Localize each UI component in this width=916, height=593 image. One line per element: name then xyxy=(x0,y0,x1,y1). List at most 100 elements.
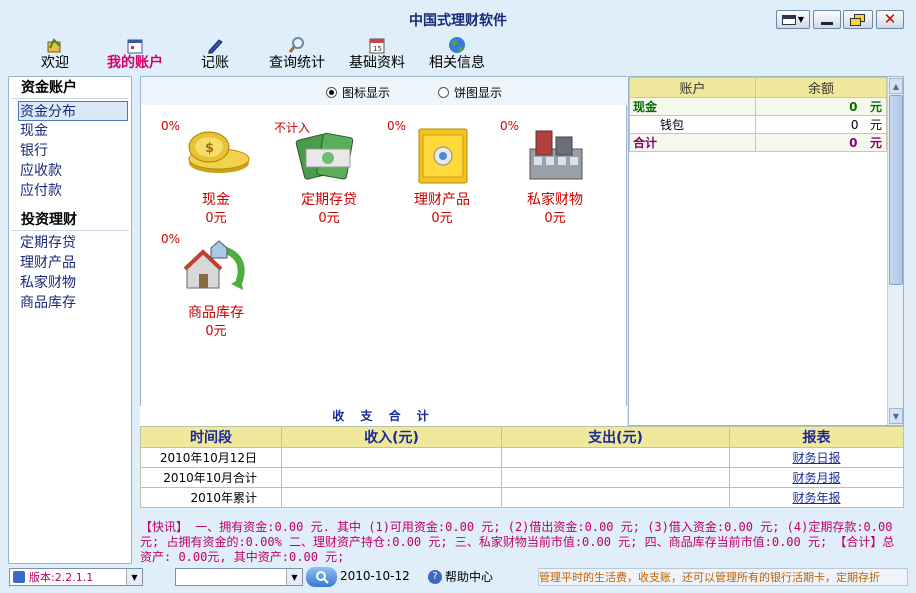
tile-name: 定期存贷 xyxy=(301,192,357,208)
sidebar-item-inventory[interactable]: 商品库存 xyxy=(9,293,131,313)
chevron-down-icon: ▼ xyxy=(797,15,805,24)
sidebar-item-private-property[interactable]: 私家财物 xyxy=(9,273,131,293)
sidebar: 资金账户 资金分布 现金 银行 应收款 应付款 投资理财 定期存贷 理财产品 私… xyxy=(8,76,132,564)
news-flash-text: 【快讯】 一、拥有资金:0.00 元. 其中 (1)可用资金:0.00 元; (… xyxy=(140,520,895,564)
icon-view-radio[interactable]: 图标显示 xyxy=(326,84,390,101)
asset-tile-wealth-products[interactable]: 0% 理财产品 0元 xyxy=(387,119,497,226)
toolbar-label: 查询统计 xyxy=(269,55,325,71)
toolbar-label: 我的账户 xyxy=(107,55,163,71)
chevron-down-icon: ▼ xyxy=(286,569,302,585)
tile-amount: 0元 xyxy=(205,211,227,226)
version-dropdown[interactable]: 版本:2.2.1.1 ▼ xyxy=(9,568,143,586)
table-row[interactable]: 合计 0 元 xyxy=(629,133,887,152)
help-icon: ? xyxy=(428,569,442,584)
sidebar-item-wealth-products[interactable]: 理财产品 xyxy=(9,253,131,273)
table-row: 2010年10月合计 财务月报 xyxy=(140,467,904,488)
scroll-up-icon[interactable]: ▲ xyxy=(889,78,903,94)
tile-amount: 0元 xyxy=(205,324,227,339)
main-toolbar: 欢迎 我的账户 记账 查询统计 15 基础资料 相关信息 xyxy=(0,34,916,74)
table-row[interactable]: 钱包 0 元 xyxy=(629,115,887,134)
radio-selected-icon xyxy=(326,87,337,98)
pie-view-radio[interactable]: 饼图显示 xyxy=(438,84,502,101)
minimize-icon xyxy=(821,15,833,25)
money-stack-icon xyxy=(294,125,364,185)
summary-title: 收 支 合 计 xyxy=(140,406,627,426)
toolbar-basic-data[interactable]: 15 基础资料 xyxy=(342,34,412,74)
radio-unselected-icon xyxy=(438,87,449,98)
toolbar-bookkeeping[interactable]: 记账 xyxy=(190,34,240,74)
sidebar-item-cash[interactable]: 现金 xyxy=(9,121,131,141)
status-marquee: 管理平时的生活费，收支账，还可以管理所有的银行活期卡，定期存折 xyxy=(538,568,908,586)
asset-tile-inventory[interactable]: 0% 商品库存 0元 xyxy=(161,232,271,339)
toolbar-label: 基础资料 xyxy=(349,55,405,71)
sidebar-item-receivable[interactable]: 应收款 xyxy=(9,161,131,181)
column-header: 报表 xyxy=(729,426,904,448)
toolbar-related-info[interactable]: 相关信息 xyxy=(422,34,492,74)
balance-unit: 元 xyxy=(869,136,882,150)
svg-text:$: $ xyxy=(205,141,214,156)
tile-name: 现金 xyxy=(202,192,230,208)
chevron-down-icon: ▼ xyxy=(126,569,142,585)
yearly-report-link[interactable]: 财务年报 xyxy=(792,491,840,505)
status-bar: 版本:2.2.1.1 ▼ ▼ 2010-10-12 ? 帮助中心 管理平时的生活… xyxy=(0,566,916,593)
account-balance: 0 元 xyxy=(755,115,887,134)
column-header: 支出(元) xyxy=(501,426,730,448)
monthly-report-link[interactable]: 财务月报 xyxy=(792,471,840,485)
restore-button[interactable] xyxy=(843,10,873,29)
sidebar-item-payable[interactable]: 应付款 xyxy=(9,181,131,201)
title-bar: 中国式理财软件 ▼ ✕ xyxy=(0,0,916,34)
table-row[interactable]: 现金 0 元 xyxy=(629,97,887,116)
version-icon xyxy=(13,571,25,583)
restore-icon xyxy=(850,13,866,26)
balance-unit: 元 xyxy=(869,100,882,114)
toolbar-welcome[interactable]: 欢迎 xyxy=(30,34,80,74)
account-name: 钱包 xyxy=(629,115,756,134)
balance-value: 0 xyxy=(849,100,858,114)
close-button[interactable]: ✕ xyxy=(876,10,904,29)
minimize-button[interactable] xyxy=(813,10,841,29)
toolbar-query-stats[interactable]: 查询统计 xyxy=(262,34,332,74)
svg-text:15: 15 xyxy=(373,45,382,53)
account-name: 现金 xyxy=(629,97,756,116)
expense-cell xyxy=(501,487,730,508)
account-balance-panel: 账户 余额 现金 0 元 钱包 0 元 合计 0 元 ▲ ▼ xyxy=(628,76,904,426)
help-center-label: 帮助中心 xyxy=(445,570,494,584)
daily-report-link[interactable]: 财务日报 xyxy=(792,451,840,465)
toolbar-label: 记账 xyxy=(201,55,229,71)
safe-icon xyxy=(407,125,477,185)
account-icon xyxy=(127,34,143,54)
asset-tile-cash[interactable]: 0% $ 现金 0元 xyxy=(161,119,271,226)
tile-percentage: 0% xyxy=(161,119,181,133)
vertical-scrollbar[interactable]: ▲ ▼ xyxy=(887,77,903,425)
scroll-down-icon[interactable]: ▼ xyxy=(889,408,903,424)
pen-icon xyxy=(206,34,224,54)
toolbar-my-account[interactable]: 我的账户 xyxy=(100,34,170,74)
column-header: 账户 xyxy=(629,77,756,98)
asset-tile-private-property[interactable]: 0% 私家财物 0元 xyxy=(500,119,610,226)
globe-icon xyxy=(448,34,466,54)
income-expense-table: 时间段 收入(元) 支出(元) 报表 2010年10月12日 财务日报 2010… xyxy=(140,426,904,508)
sidebar-item-fund-distribution[interactable]: 资金分布 xyxy=(18,101,128,121)
house-cycle-icon xyxy=(181,238,251,298)
tile-name: 商品库存 xyxy=(188,305,244,321)
balance-value: 0 xyxy=(849,136,858,150)
search-combo[interactable]: ▼ xyxy=(175,568,303,586)
view-mode-bar: 图标显示 饼图显示 xyxy=(141,77,628,105)
search-icon xyxy=(288,34,306,54)
asset-tile-fixed-deposit[interactable]: 不计入 定期存贷 0元 xyxy=(274,119,384,226)
sidebar-item-fixed-deposit[interactable]: 定期存贷 xyxy=(9,233,131,253)
calendar-icon: 15 xyxy=(369,34,385,54)
income-cell xyxy=(281,447,502,468)
balance-value: 0 xyxy=(850,118,859,132)
account-name: 合计 xyxy=(629,133,756,152)
scroll-thumb[interactable] xyxy=(889,95,903,285)
tile-name: 私家财物 xyxy=(527,192,583,208)
column-header: 余额 xyxy=(755,77,887,98)
search-button[interactable] xyxy=(306,567,337,587)
help-center-link[interactable]: ? 帮助中心 xyxy=(428,568,493,585)
window-menu-button[interactable]: ▼ xyxy=(776,10,810,29)
sidebar-item-bank[interactable]: 银行 xyxy=(9,141,131,161)
asset-distribution-panel: 图标显示 饼图显示 0% $ 现金 0元 不计入 定期存贷 0元 0% 理财产品… xyxy=(140,76,628,426)
account-table: 账户 余额 现金 0 元 钱包 0 元 合计 0 元 xyxy=(629,77,887,152)
table-row: 2010年累计 财务年报 xyxy=(140,487,904,508)
